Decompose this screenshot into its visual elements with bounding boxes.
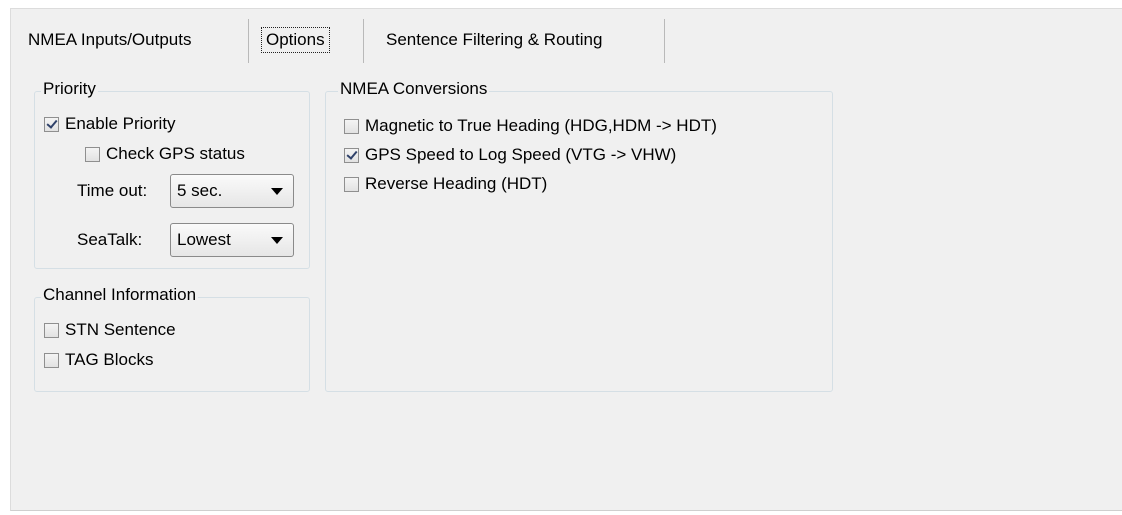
stn-sentence-checkbox[interactable]: STN Sentence: [44, 319, 176, 341]
priority-legend: Priority: [41, 79, 98, 99]
checkbox-label: STN Sentence: [65, 320, 176, 339]
seatalk-select[interactable]: Lowest: [170, 223, 294, 257]
channel-information-legend: Channel Information: [41, 285, 199, 305]
checkbox-box[interactable]: [44, 352, 59, 368]
chevron-down-icon: [271, 236, 283, 244]
channel-information-group: [34, 297, 310, 392]
checkbox-box[interactable]: [344, 118, 359, 134]
tag-blocks-checkbox[interactable]: TAG Blocks: [44, 349, 153, 371]
timeout-value: 5 sec.: [177, 181, 223, 200]
checkbox-box[interactable]: [44, 116, 59, 132]
tab-label: NMEA Inputs/Outputs: [28, 30, 192, 49]
nmea-conversions-legend: NMEA Conversions: [338, 79, 490, 99]
tab-options[interactable]: Options: [261, 23, 330, 57]
tab-label: Options: [261, 27, 330, 53]
timeout-label: Time out:: [77, 181, 148, 200]
reverse-heading-checkbox[interactable]: Reverse Heading (HDT): [344, 173, 547, 195]
magnetic-to-true-heading-checkbox[interactable]: Magnetic to True Heading (HDG,HDM -> HDT…: [344, 115, 717, 137]
tab-label: Sentence Filtering & Routing: [386, 30, 603, 49]
seatalk-label: SeaTalk:: [77, 230, 143, 249]
tab-nmea-inputs-outputs[interactable]: NMEA Inputs/Outputs: [28, 23, 191, 57]
chevron-down-icon: [271, 187, 283, 195]
checkbox-label: GPS Speed to Log Speed (VTG -> VHW): [365, 145, 677, 164]
checkbox-box[interactable]: [344, 147, 359, 163]
tab-separator: [664, 19, 665, 63]
checkbox-box[interactable]: [85, 146, 100, 162]
checkbox-label: Reverse Heading (HDT): [365, 174, 548, 193]
check-gps-status-checkbox[interactable]: Check GPS status: [85, 143, 245, 165]
checkbox-label: TAG Blocks: [65, 350, 154, 369]
tab-separator: [363, 19, 364, 63]
checkbox-label: Check GPS status: [106, 144, 245, 163]
checkbox-label: Enable Priority: [65, 114, 176, 133]
enable-priority-checkbox[interactable]: Enable Priority: [44, 113, 176, 135]
tab-separator: [248, 19, 249, 63]
gps-speed-to-log-speed-checkbox[interactable]: GPS Speed to Log Speed (VTG -> VHW): [344, 144, 676, 166]
checkbox-box[interactable]: [344, 176, 359, 192]
timeout-select[interactable]: 5 sec.: [170, 174, 294, 208]
checkbox-box[interactable]: [44, 322, 59, 338]
options-panel: NMEA Inputs/Outputs Options Sentence Fil…: [10, 8, 1122, 511]
checkbox-label: Magnetic to True Heading (HDG,HDM -> HDT…: [365, 116, 717, 135]
seatalk-value: Lowest: [177, 230, 231, 249]
tab-sentence-filtering-routing[interactable]: Sentence Filtering & Routing: [386, 23, 602, 57]
